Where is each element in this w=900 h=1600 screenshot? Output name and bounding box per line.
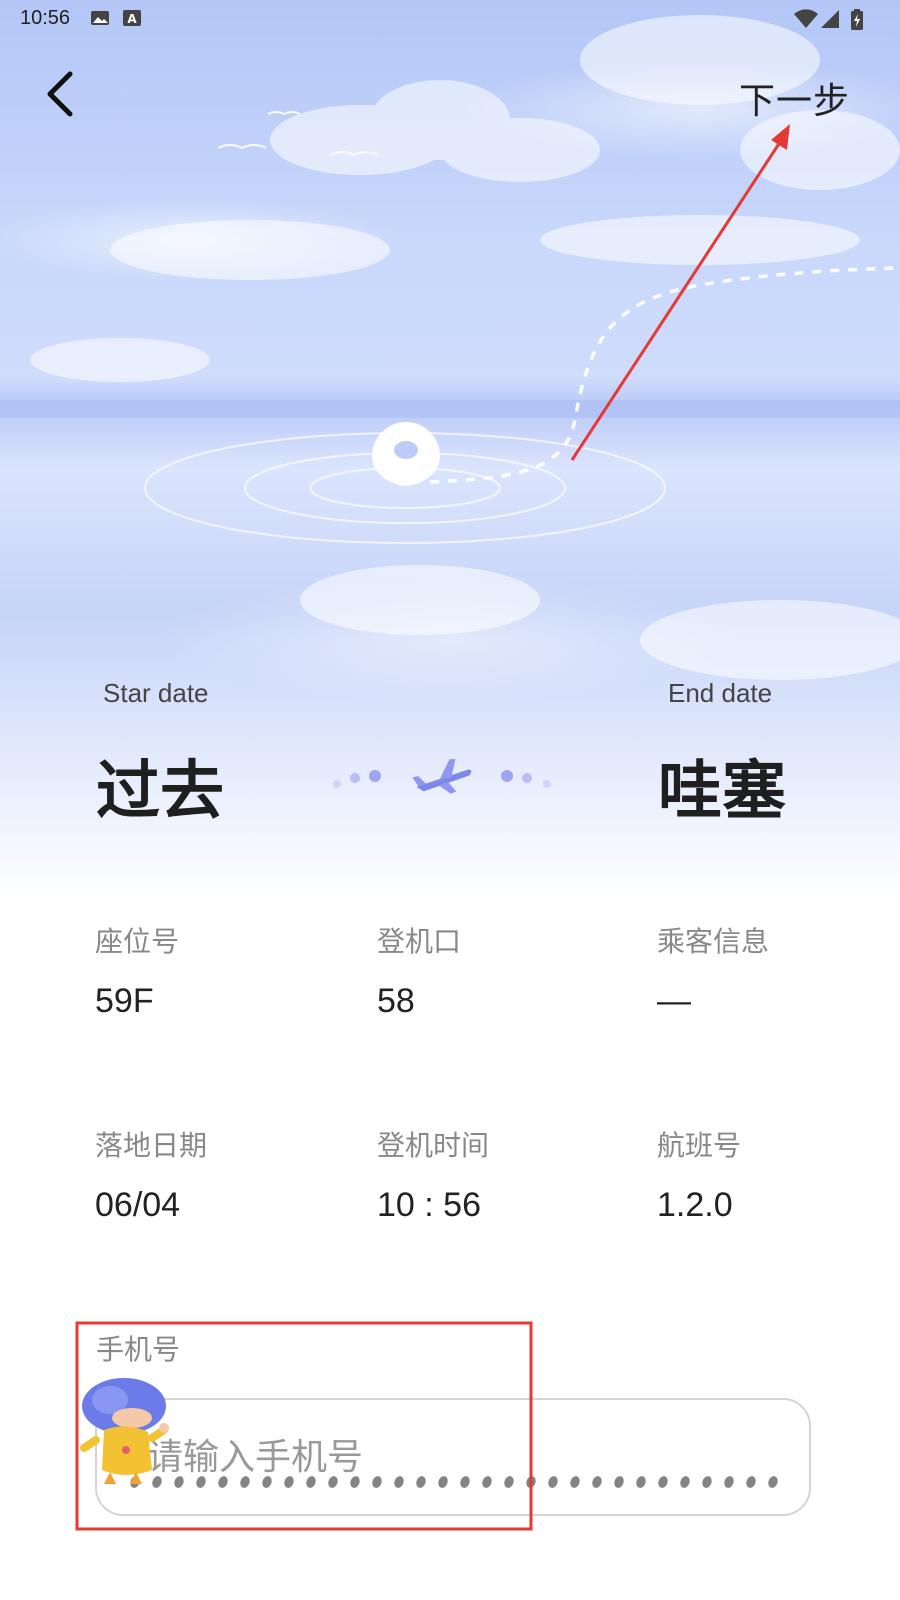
back-button[interactable] <box>30 62 90 122</box>
image-notification-icon <box>90 9 110 32</box>
phone-input[interactable] <box>147 1430 787 1484</box>
start-date-label: Star date <box>103 678 209 708</box>
seat-value: 59F <box>95 982 154 1020</box>
text-notification-icon: A <box>122 9 142 32</box>
phone-field[interactable] <box>95 1398 811 1516</box>
svg-text:A: A <box>127 12 137 26</box>
boarding-time-label: 登机时间 <box>377 1129 490 1162</box>
status-time: 10:56 <box>20 7 71 29</box>
end-date-label: End date <box>668 678 773 708</box>
flight-number-value: 1.2.0 <box>657 1186 733 1224</box>
mascot-character-icon <box>80 1378 169 1484</box>
phone-label: 手机号 <box>96 1333 181 1366</box>
status-bar: 10:56 A <box>0 0 900 38</box>
next-step-button[interactable]: 下一步 <box>739 72 850 124</box>
flight-number-label: 航班号 <box>657 1129 742 1162</box>
start-city: 过去 <box>96 755 224 829</box>
signal-icon <box>820 9 840 34</box>
passenger-info-value: — <box>657 982 691 1020</box>
wifi-icon <box>794 9 818 34</box>
gate-value: 58 <box>377 982 415 1020</box>
end-city: 哇塞 <box>658 755 786 829</box>
map-pin-icon <box>372 422 440 486</box>
landing-date-value: 06/04 <box>95 1186 181 1224</box>
gate-label: 登机口 <box>377 925 462 958</box>
boarding-time-value: 10 : 56 <box>377 1186 481 1224</box>
chevron-left-icon <box>47 71 73 117</box>
passenger-info-label: 乘客信息 <box>657 925 770 958</box>
seat-label: 座位号 <box>95 925 180 958</box>
route-connector <box>325 752 565 807</box>
landing-date-label: 落地日期 <box>95 1129 208 1162</box>
airplane-icon <box>412 759 472 794</box>
battery-icon <box>850 9 864 36</box>
